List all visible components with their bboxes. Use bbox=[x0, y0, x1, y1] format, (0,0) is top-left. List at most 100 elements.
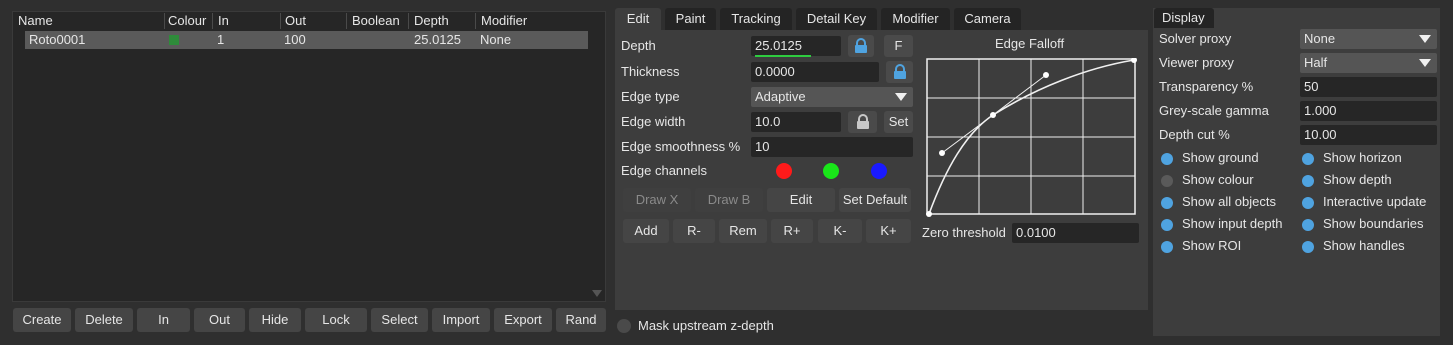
falloff-curve-editor[interactable] bbox=[926, 58, 1138, 218]
red-channel-toggle[interactable] bbox=[776, 163, 792, 179]
layer-modifier: None bbox=[480, 32, 512, 47]
column-header-modifier[interactable]: Modifier bbox=[481, 12, 527, 30]
lock-button[interactable]: Lock bbox=[305, 308, 367, 332]
in-button[interactable]: In bbox=[137, 308, 190, 332]
show-horizon-label: Show horizon bbox=[1323, 150, 1402, 165]
show-boundaries-toggle[interactable] bbox=[1302, 219, 1314, 231]
edit-button[interactable]: Edit bbox=[767, 188, 835, 212]
blue-channel-toggle[interactable] bbox=[871, 163, 887, 179]
layer-in: 1 bbox=[217, 32, 225, 47]
edge-type-label: Edge type bbox=[621, 89, 680, 104]
draw-x-button[interactable]: Draw X bbox=[623, 188, 691, 212]
f-button[interactable]: F bbox=[884, 35, 913, 57]
rem-button[interactable]: Rem bbox=[719, 219, 767, 243]
k-minus-button[interactable]: K- bbox=[818, 219, 862, 243]
edge-width-field[interactable]: 10.0 bbox=[751, 112, 841, 132]
zero-threshold-field[interactable]: 0.0100 bbox=[1012, 223, 1139, 243]
tab-modifier[interactable]: Modifier bbox=[881, 8, 950, 30]
interactive-update-toggle[interactable] bbox=[1302, 197, 1314, 209]
show-roi-label: Show ROI bbox=[1182, 238, 1242, 253]
show-input-depth-label: Show input depth bbox=[1182, 216, 1283, 231]
column-header-boolean[interactable]: Boolean bbox=[352, 12, 400, 30]
column-header-out[interactable]: Out bbox=[285, 12, 306, 30]
show-ground-label: Show ground bbox=[1182, 150, 1259, 165]
viewer-proxy-select[interactable]: Half bbox=[1300, 53, 1437, 73]
depth-cut-field[interactable]: 10.00 bbox=[1300, 125, 1437, 145]
column-header-in[interactable]: In bbox=[218, 12, 229, 30]
show-colour-label: Show colour bbox=[1182, 172, 1254, 187]
create-button[interactable]: Create bbox=[13, 308, 71, 332]
out-button[interactable]: Out bbox=[194, 308, 245, 332]
viewer-proxy-label: Viewer proxy bbox=[1159, 55, 1234, 70]
mask-upstream-checkbox[interactable] bbox=[617, 319, 631, 333]
column-divider bbox=[280, 13, 281, 29]
mask-upstream-label: Mask upstream z-depth bbox=[638, 318, 774, 333]
lock-icon[interactable] bbox=[848, 111, 877, 133]
lock-icon[interactable] bbox=[848, 35, 874, 57]
layer-out: 100 bbox=[284, 32, 306, 47]
edge-smoothness-field[interactable]: 10 bbox=[751, 137, 913, 157]
show-boundaries-label: Show boundaries bbox=[1323, 216, 1424, 231]
draw-b-button[interactable]: Draw B bbox=[695, 188, 763, 212]
solver-proxy-value: None bbox=[1304, 31, 1336, 46]
table-row[interactable]: Roto0001 1 100 25.0125 None bbox=[25, 31, 588, 49]
depth-field[interactable]: 25.0125 bbox=[751, 36, 841, 56]
viewer-proxy-value: Half bbox=[1304, 55, 1328, 70]
transparency-label: Transparency % bbox=[1159, 79, 1254, 94]
chevron-down-icon bbox=[895, 93, 907, 101]
tab-camera[interactable]: Camera bbox=[954, 8, 1021, 30]
gamma-field[interactable]: 1.000 bbox=[1300, 101, 1437, 121]
column-header-name[interactable]: Name bbox=[18, 12, 53, 30]
hide-button[interactable]: Hide bbox=[249, 308, 301, 332]
column-header-colour[interactable]: Colour bbox=[168, 12, 206, 30]
show-roi-toggle[interactable] bbox=[1161, 241, 1173, 253]
transparency-field[interactable]: 50 bbox=[1300, 77, 1437, 97]
chevron-down-icon bbox=[1419, 35, 1431, 43]
show-ground-toggle[interactable] bbox=[1161, 153, 1173, 165]
tab-paint[interactable]: Paint bbox=[665, 8, 716, 30]
solver-proxy-label: Solver proxy bbox=[1159, 31, 1232, 46]
layer-list[interactable] bbox=[12, 11, 606, 302]
set-default-button[interactable]: Set Default bbox=[839, 188, 911, 212]
r-minus-button[interactable]: R- bbox=[673, 219, 715, 243]
show-input-depth-toggle[interactable] bbox=[1161, 219, 1173, 231]
list-scrollbar[interactable] bbox=[589, 14, 605, 300]
import-button[interactable]: Import bbox=[432, 308, 490, 332]
column-header-depth[interactable]: Depth bbox=[414, 12, 449, 30]
show-handles-toggle[interactable] bbox=[1302, 241, 1314, 253]
tab-edit[interactable]: Edit bbox=[615, 8, 661, 30]
depth-indicator bbox=[755, 55, 811, 57]
rand-button[interactable]: Rand bbox=[556, 308, 606, 332]
edge-width-label: Edge width bbox=[621, 114, 686, 129]
set-button[interactable]: Set bbox=[884, 111, 913, 133]
thickness-field[interactable]: 0.0000 bbox=[751, 62, 879, 82]
show-depth-toggle[interactable] bbox=[1302, 175, 1314, 187]
gamma-label: Grey-scale gamma bbox=[1159, 103, 1269, 118]
delete-button[interactable]: Delete bbox=[75, 308, 133, 332]
show-all-objects-label: Show all objects bbox=[1182, 194, 1276, 209]
green-channel-toggle[interactable] bbox=[823, 163, 839, 179]
tab-tracking[interactable]: Tracking bbox=[720, 8, 792, 30]
export-button[interactable]: Export bbox=[494, 308, 552, 332]
column-divider bbox=[475, 13, 476, 29]
solver-proxy-select[interactable]: None bbox=[1300, 29, 1437, 49]
column-divider bbox=[212, 13, 213, 29]
show-horizon-toggle[interactable] bbox=[1302, 153, 1314, 165]
display-title: Display bbox=[1162, 10, 1205, 25]
edge-type-select[interactable]: Adaptive bbox=[751, 87, 913, 107]
depth-label: Depth bbox=[621, 38, 656, 53]
zero-threshold-label: Zero threshold bbox=[922, 225, 1006, 240]
interactive-update-label: Interactive update bbox=[1323, 194, 1427, 209]
r-plus-button[interactable]: R+ bbox=[771, 219, 813, 243]
show-handles-label: Show handles bbox=[1323, 238, 1405, 253]
layer-colour-swatch[interactable] bbox=[169, 35, 179, 45]
show-colour-toggle[interactable] bbox=[1161, 175, 1173, 187]
show-all-objects-toggle[interactable] bbox=[1161, 197, 1173, 209]
tab-detail-key[interactable]: Detail Key bbox=[796, 8, 877, 30]
lock-icon[interactable] bbox=[886, 61, 913, 83]
select-button[interactable]: Select bbox=[371, 308, 428, 332]
column-divider bbox=[408, 13, 409, 29]
scroll-down-icon[interactable] bbox=[589, 14, 605, 300]
k-plus-button[interactable]: K+ bbox=[866, 219, 911, 243]
add-button[interactable]: Add bbox=[623, 219, 669, 243]
